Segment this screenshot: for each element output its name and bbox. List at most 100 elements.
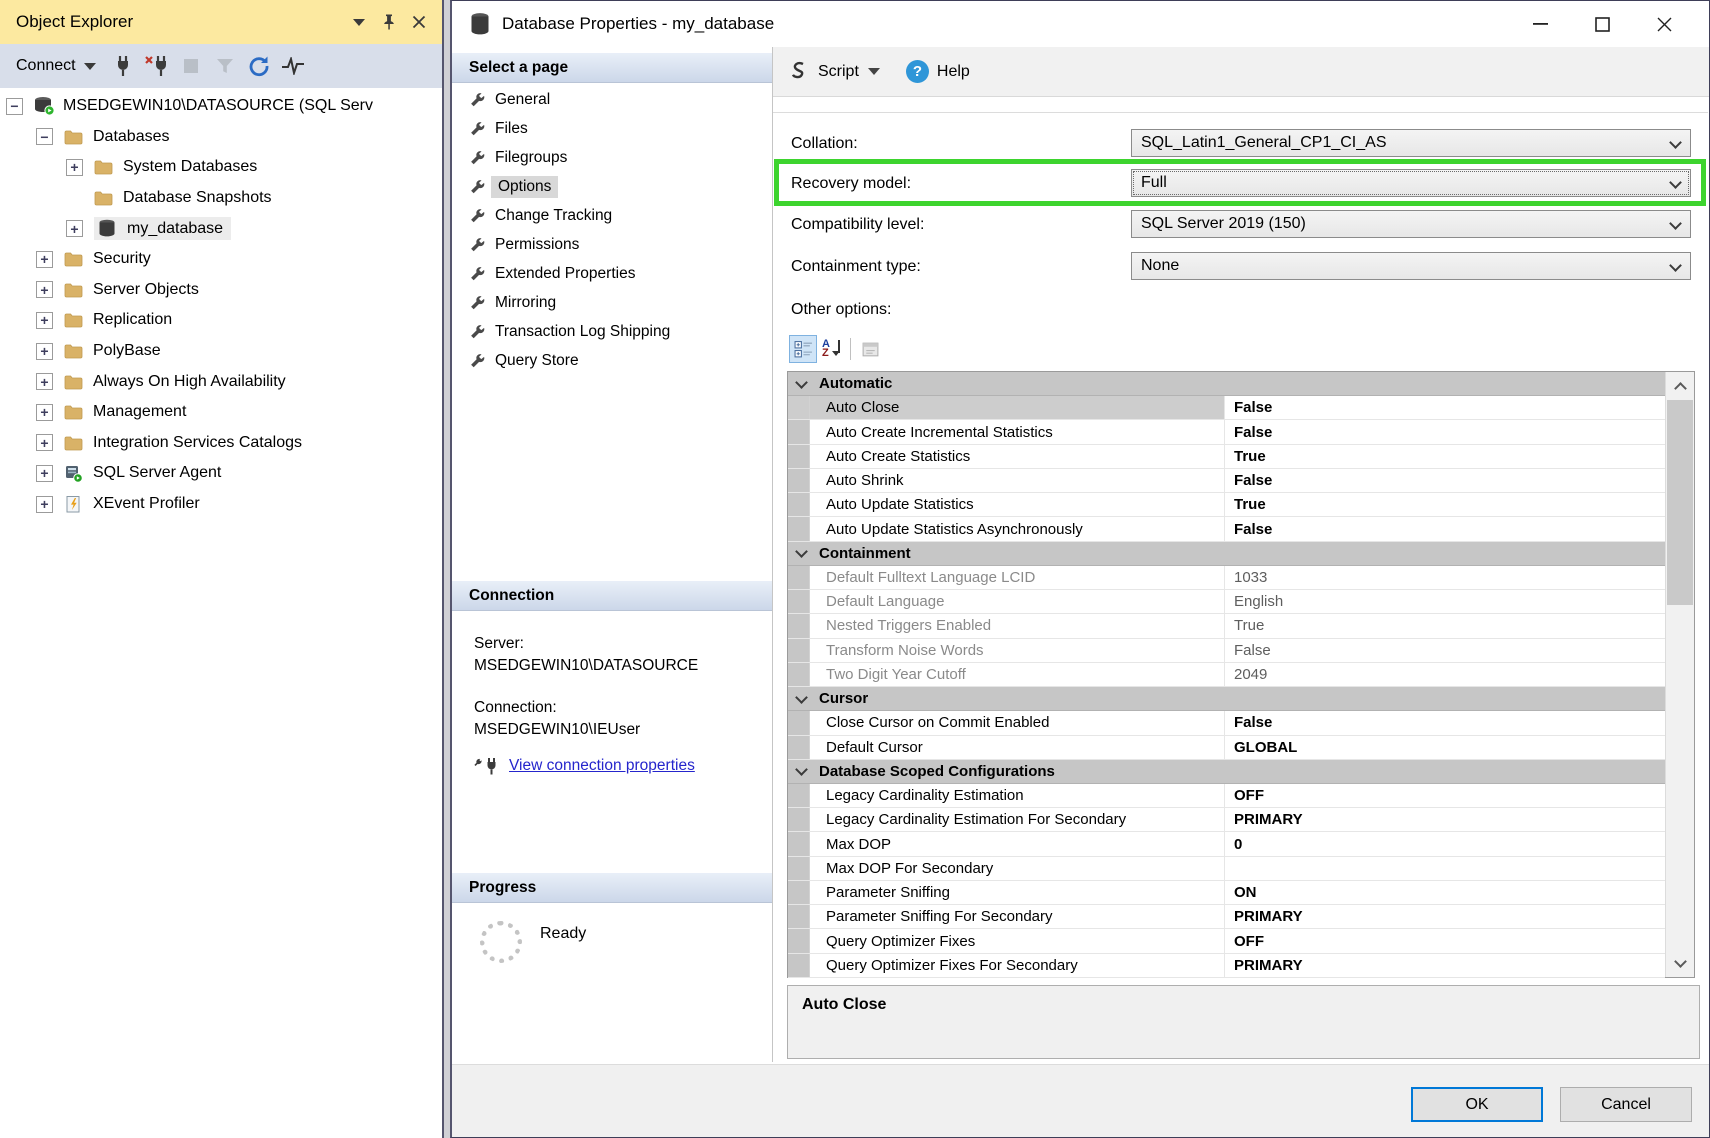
expand-icon[interactable]: + xyxy=(36,251,53,268)
alphabetical-sort-button[interactable]: AZ xyxy=(817,335,845,363)
expand-icon[interactable]: + xyxy=(36,465,53,482)
chevron-down-icon[interactable] xyxy=(868,68,880,75)
categorized-view-button[interactable] xyxy=(789,335,817,363)
compatibility-level-combobox[interactable]: SQL Server 2019 (150) xyxy=(1131,210,1691,238)
expand-icon[interactable]: + xyxy=(36,281,53,298)
close-icon[interactable] xyxy=(404,7,434,37)
tree-item-management[interactable]: + Management xyxy=(0,397,442,428)
tree-item-label: XEvent Profiler xyxy=(93,495,200,513)
grid-row[interactable]: Auto Create Incremental StatisticsFalse xyxy=(788,420,1665,444)
tree-item-integration-services[interactable]: + Integration Services Catalogs xyxy=(0,428,442,459)
connect-object-explorer-icon[interactable] xyxy=(106,51,140,81)
grid-scrollbar[interactable] xyxy=(1665,372,1694,977)
tree-item-polybase[interactable]: + PolyBase xyxy=(0,336,442,367)
grid-row[interactable]: Default CursorGLOBAL xyxy=(788,736,1665,760)
property-grid-toolbar: AZ xyxy=(789,335,884,363)
tree-item-replication[interactable]: + Replication xyxy=(0,305,442,336)
maximize-button[interactable] xyxy=(1571,1,1633,47)
grid-row[interactable]: Auto ShrinkFalse xyxy=(788,469,1665,493)
page-general[interactable]: General xyxy=(452,85,771,114)
divider xyxy=(773,112,1708,113)
scrollbar-thumb[interactable] xyxy=(1667,400,1693,605)
minimize-button[interactable] xyxy=(1509,1,1571,47)
grid-row[interactable]: Auto Update StatisticsTrue xyxy=(788,493,1665,517)
selected-tree-item[interactable]: my_database xyxy=(94,217,231,240)
grid-row[interactable]: Auto Update Statistics AsynchronouslyFal… xyxy=(788,517,1665,541)
cancel-button[interactable]: Cancel xyxy=(1560,1087,1692,1122)
collation-combobox[interactable]: SQL_Latin1_General_CP1_CI_AS xyxy=(1131,129,1691,157)
collapse-icon[interactable]: − xyxy=(6,98,23,115)
expand-icon[interactable]: + xyxy=(36,373,53,390)
folder-icon xyxy=(64,311,85,330)
ok-button[interactable]: OK xyxy=(1411,1087,1543,1122)
tree-item-system-databases[interactable]: + System Databases xyxy=(0,152,442,183)
grid-row[interactable]: Close Cursor on Commit EnabledFalse xyxy=(788,711,1665,735)
refresh-icon[interactable] xyxy=(242,51,276,81)
wrench-icon xyxy=(469,91,486,108)
scroll-down-icon[interactable] xyxy=(1666,949,1694,977)
page-files[interactable]: Files xyxy=(452,114,771,143)
tree-item-label: PolyBase xyxy=(93,342,161,360)
page-filegroups[interactable]: Filegroups xyxy=(452,143,771,172)
disconnect-icon[interactable] xyxy=(140,51,174,81)
grid-row[interactable]: Legacy Cardinality Estimation For Second… xyxy=(788,808,1665,832)
expand-icon[interactable]: + xyxy=(36,312,53,329)
recovery-model-combobox[interactable]: Full xyxy=(1131,169,1691,197)
page-query-store[interactable]: Query Store xyxy=(452,346,771,375)
window-position-menu-icon[interactable] xyxy=(344,7,374,37)
grid-row-auto-close[interactable]: Auto CloseFalse xyxy=(788,396,1665,420)
view-connection-properties-link[interactable]: View connection properties xyxy=(509,757,695,775)
grid-row[interactable]: Parameter Sniffing For SecondaryPRIMARY xyxy=(788,905,1665,929)
activity-monitor-icon[interactable] xyxy=(276,51,310,81)
tree-item-sql-server-agent[interactable]: + SQL Server Agent xyxy=(0,458,442,489)
page-change-tracking[interactable]: Change Tracking xyxy=(452,201,771,230)
folder-icon xyxy=(64,403,85,422)
grid-row[interactable]: Legacy Cardinality EstimationOFF xyxy=(788,784,1665,808)
page-options[interactable]: Options xyxy=(452,172,771,201)
pin-icon[interactable] xyxy=(374,7,404,37)
tree-item-server-objects[interactable]: + Server Objects xyxy=(0,275,442,306)
grid-row[interactable]: Max DOP For Secondary xyxy=(788,857,1665,881)
connect-button[interactable]: Connect xyxy=(6,53,106,79)
expand-icon[interactable]: + xyxy=(66,220,83,237)
object-explorer-tree: − MSEDGEWIN10\DATASOURCE (SQL Serv − Dat… xyxy=(0,91,442,1138)
script-button[interactable]: Script xyxy=(789,61,880,83)
grid-category-database-scoped-configurations[interactable]: Database Scoped Configurations xyxy=(788,760,1665,784)
page-mirroring[interactable]: Mirroring xyxy=(452,288,771,317)
page-extended-properties[interactable]: Extended Properties xyxy=(452,259,771,288)
tree-item-label: SQL Server Agent xyxy=(93,464,221,482)
grid-category-automatic[interactable]: Automatic xyxy=(788,372,1665,396)
ssms-window: Object Explorer Connect xyxy=(0,0,1710,1138)
containment-type-combobox[interactable]: None xyxy=(1131,252,1691,280)
grid-category-cursor[interactable]: Cursor xyxy=(788,687,1665,711)
grid-row[interactable]: Max DOP0 xyxy=(788,832,1665,856)
tree-item-databases[interactable]: − Databases xyxy=(0,122,442,153)
help-button[interactable]: ? Help xyxy=(906,60,970,83)
grid-row[interactable]: Auto Create StatisticsTrue xyxy=(788,445,1665,469)
expand-icon[interactable]: + xyxy=(36,404,53,421)
tree-item-security[interactable]: + Security xyxy=(0,244,442,275)
expand-icon[interactable]: + xyxy=(36,343,53,360)
page-permissions[interactable]: Permissions xyxy=(452,230,771,259)
close-button[interactable] xyxy=(1633,1,1695,47)
tree-item-xevent-profiler[interactable]: + XEvent Profiler xyxy=(0,489,442,520)
expand-icon[interactable]: + xyxy=(36,496,53,513)
grid-row[interactable]: Query Optimizer FixesOFF xyxy=(788,929,1665,953)
expand-icon[interactable]: + xyxy=(36,434,53,451)
tree-item-my-database[interactable]: + my_database xyxy=(0,213,442,244)
tree-item-server[interactable]: − MSEDGEWIN10\DATASOURCE (SQL Serv xyxy=(0,91,442,122)
grid-row[interactable]: Parameter SniffingON xyxy=(788,881,1665,905)
chevron-down-icon xyxy=(1669,259,1682,272)
script-icon xyxy=(789,61,809,83)
object-explorer-titlebar[interactable]: Object Explorer xyxy=(0,0,442,44)
expand-icon[interactable]: + xyxy=(66,159,83,176)
tree-item-database-snapshots[interactable]: + Database Snapshots xyxy=(0,183,442,214)
tree-item-always-on[interactable]: + Always On High Availability xyxy=(0,366,442,397)
grid-category-containment[interactable]: Containment xyxy=(788,542,1665,566)
scroll-up-icon[interactable] xyxy=(1666,372,1694,400)
page-transaction-log-shipping[interactable]: Transaction Log Shipping xyxy=(452,317,771,346)
grid-row[interactable]: Query Optimizer Fixes For SecondaryPRIMA… xyxy=(788,954,1665,978)
dialog-titlebar[interactable]: Database Properties - my_database xyxy=(452,1,1709,47)
grid-row: Two Digit Year Cutoff2049 xyxy=(788,663,1665,687)
collapse-icon[interactable]: − xyxy=(36,128,53,145)
